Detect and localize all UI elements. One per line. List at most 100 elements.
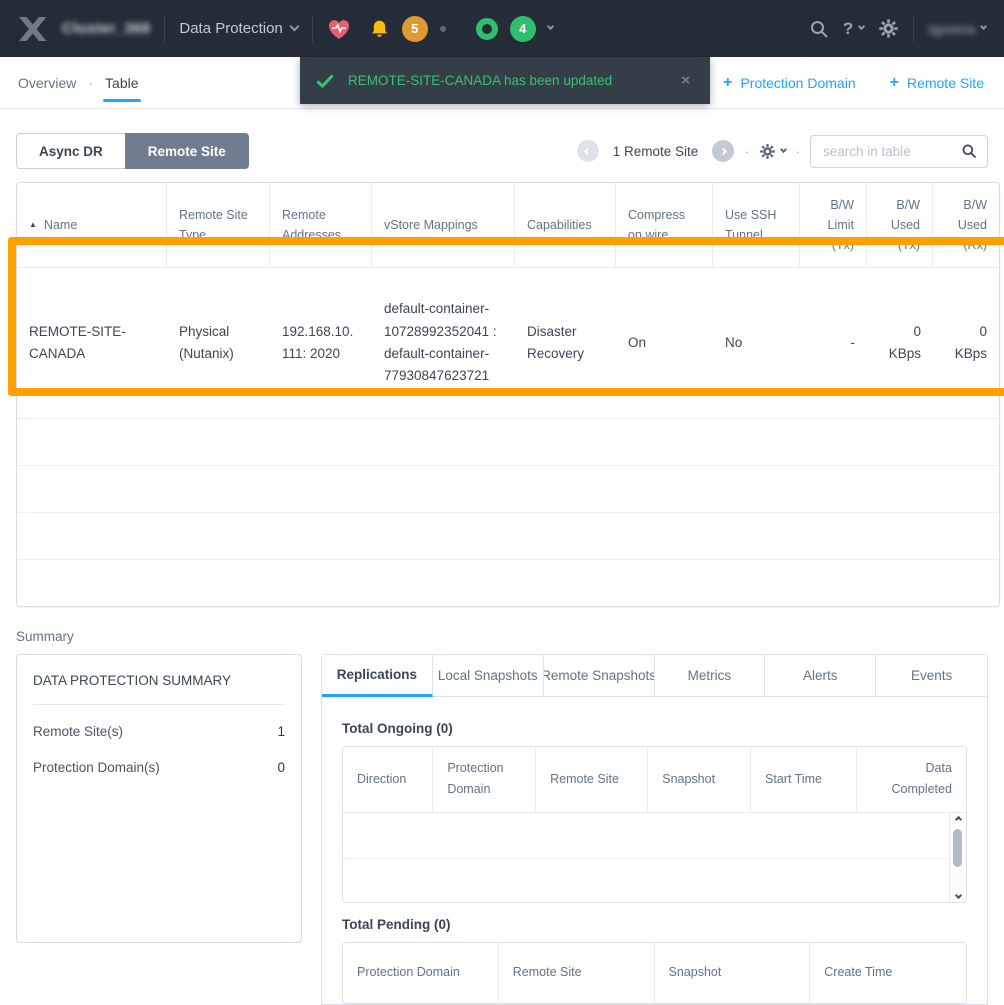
column-header-bw-used-tx[interactable]: B/W Used (Tx) bbox=[867, 183, 933, 267]
tab-remote-snapshots[interactable]: Remote Snapshots bbox=[544, 655, 655, 697]
column-header-capabilities[interactable]: Capabilities bbox=[515, 183, 616, 267]
column-header-snapshot[interactable]: Snapshot bbox=[655, 943, 811, 1003]
toggle-async-dr[interactable]: Async DR bbox=[16, 133, 125, 169]
tab-table[interactable]: Table bbox=[103, 59, 140, 107]
health-heart-icon[interactable] bbox=[327, 18, 351, 40]
separator-dot: · bbox=[796, 144, 800, 159]
table-search bbox=[810, 135, 988, 168]
table-row[interactable]: REMOTE-SITE-CANADA Physical (Nutanix) 19… bbox=[17, 267, 999, 418]
table-settings-dropdown[interactable] bbox=[759, 143, 786, 160]
tab-events[interactable]: Events bbox=[876, 655, 987, 697]
chevron-left-icon bbox=[584, 147, 591, 154]
column-header-bw-used-rx[interactable]: B/W Used (Rx) bbox=[933, 183, 999, 267]
help-icon: ? bbox=[843, 19, 853, 39]
cluster-name[interactable]: Cluster_368 bbox=[62, 20, 150, 37]
row-count-label: 1 Remote Site bbox=[609, 144, 703, 159]
cell-compress-on-wire: On bbox=[616, 268, 713, 418]
topbar-divider bbox=[312, 16, 313, 42]
scroll-up-icon[interactable] bbox=[954, 815, 961, 822]
column-header-remote-addresses[interactable]: Remote Addresses bbox=[270, 183, 372, 267]
user-menu[interactable]: tgstera bbox=[928, 21, 986, 37]
tab-local-snapshots[interactable]: Local Snapshots bbox=[433, 655, 544, 697]
stat-value: 0 bbox=[277, 760, 285, 775]
separator-dot bbox=[440, 26, 446, 32]
alerts-bell-icon[interactable] bbox=[369, 18, 390, 40]
scrollbar-thumb[interactable] bbox=[953, 829, 962, 867]
tab-overview[interactable]: Overview bbox=[16, 59, 78, 107]
detail-panel: Replications Local Snapshots Remote Snap… bbox=[321, 654, 988, 1005]
column-header-protection-domain[interactable]: Protection Domain bbox=[433, 747, 536, 812]
tab-metrics[interactable]: Metrics bbox=[655, 655, 766, 697]
scroll-down-icon[interactable] bbox=[954, 891, 961, 898]
cell-name[interactable]: REMOTE-SITE-CANADA bbox=[17, 268, 167, 418]
toast-close-icon[interactable]: × bbox=[677, 72, 694, 89]
chevron-down-icon[interactable] bbox=[547, 23, 554, 30]
tab-replications[interactable]: Replications bbox=[322, 655, 433, 697]
topbar-divider bbox=[164, 16, 165, 42]
column-header-create-time[interactable]: Create Time bbox=[810, 943, 966, 1003]
column-header-start-time[interactable]: Start Time bbox=[751, 747, 857, 812]
column-header-bw-limit-tx[interactable]: B/W Limit (Tx) bbox=[800, 183, 867, 267]
tab-alerts[interactable]: Alerts bbox=[765, 655, 876, 697]
column-header-name[interactable]: ▲ Name bbox=[17, 183, 167, 267]
help-menu[interactable]: ? bbox=[843, 19, 864, 39]
add-protection-domain-label: Protection Domain bbox=[740, 75, 855, 91]
cell-vstore-mappings: default-container-10728992352041 : defau… bbox=[372, 268, 515, 418]
plus-icon: + bbox=[890, 74, 899, 92]
column-header-remote-site[interactable]: Remote Site bbox=[536, 747, 648, 812]
cell-remote-site-type: Physical (Nutanix) bbox=[167, 268, 270, 418]
column-header-data-completed[interactable]: Data Completed bbox=[857, 747, 966, 812]
empty-table-row bbox=[17, 512, 999, 559]
plus-icon: + bbox=[723, 74, 732, 92]
column-header-vstore-mappings[interactable]: vStore Mappings bbox=[372, 183, 515, 267]
settings-gear-icon[interactable] bbox=[878, 18, 899, 39]
stat-label: Protection Domain(s) bbox=[33, 760, 277, 775]
search-icon[interactable] bbox=[809, 19, 829, 39]
column-header-direction[interactable]: Direction bbox=[343, 747, 433, 812]
cell-bw-limit-tx: - bbox=[800, 268, 867, 418]
pagination-prev-button[interactable] bbox=[577, 140, 599, 162]
pending-replications-table: Protection Domain Remote Site Snapshot C… bbox=[342, 942, 967, 1004]
nav-menu-label: Data Protection bbox=[179, 20, 282, 37]
column-header-compress-on-wire[interactable]: Compress on wire bbox=[616, 183, 713, 267]
events-ring-icon[interactable] bbox=[476, 18, 498, 40]
chevron-right-icon bbox=[720, 147, 727, 154]
search-icon[interactable] bbox=[961, 143, 977, 159]
column-header-use-ssh-tunnel[interactable]: Use SSH Tunnel bbox=[713, 183, 800, 267]
cell-capabilities: Disaster Recovery bbox=[515, 268, 616, 418]
nav-menu-data-protection[interactable]: Data Protection bbox=[179, 20, 297, 37]
chevron-down-icon bbox=[780, 145, 787, 152]
table-toolbar: Async DR Remote Site 1 Remote Site · · bbox=[16, 133, 988, 169]
remote-sites-table: ▲ Name Remote Site Type Remote Addresses… bbox=[16, 182, 1000, 607]
add-protection-domain-button[interactable]: + Protection Domain bbox=[723, 74, 856, 92]
column-header-protection-domain[interactable]: Protection Domain bbox=[343, 943, 499, 1003]
nutanix-logo-icon[interactable] bbox=[18, 16, 48, 42]
sort-ascending-icon: ▲ bbox=[29, 219, 37, 232]
summary-stat-remote-sites: Remote Site(s) 1 bbox=[33, 711, 285, 741]
events-count-badge[interactable]: 4 bbox=[510, 16, 536, 42]
column-header-remote-site-type[interactable]: Remote Site Type bbox=[167, 183, 270, 267]
separator-dot: · bbox=[744, 144, 748, 159]
add-remote-site-button[interactable]: + Remote Site bbox=[890, 74, 984, 92]
total-ongoing-title: Total Ongoing (0) bbox=[342, 721, 967, 736]
add-remote-site-label: Remote Site bbox=[907, 75, 984, 91]
stat-label: Remote Site(s) bbox=[33, 724, 277, 739]
empty-table-row bbox=[17, 418, 999, 465]
toggle-remote-site[interactable]: Remote Site bbox=[125, 133, 249, 169]
topbar-divider bbox=[913, 16, 914, 42]
cell-remote-addresses: 192.168.10.111: 2020 bbox=[270, 268, 372, 418]
top-navigation-bar: Cluster_368 Data Protection 5 4 ? bbox=[0, 0, 1004, 57]
alerts-count-badge[interactable]: 5 bbox=[402, 16, 428, 42]
summary-section: DATA PROTECTION SUMMARY Remote Site(s) 1… bbox=[0, 654, 1004, 1005]
pagination-next-button[interactable] bbox=[712, 140, 734, 162]
search-input[interactable] bbox=[821, 143, 953, 160]
column-header-snapshot[interactable]: Snapshot bbox=[648, 747, 751, 812]
empty-table-row bbox=[17, 559, 999, 606]
user-name: tgstera bbox=[928, 21, 975, 37]
summary-section-label: Summary bbox=[16, 629, 988, 644]
ongoing-replications-table: Direction Protection Domain Remote Site … bbox=[342, 746, 967, 903]
column-header-remote-site[interactable]: Remote Site bbox=[499, 943, 655, 1003]
empty-table-row bbox=[17, 465, 999, 512]
stat-value: 1 bbox=[277, 724, 285, 739]
check-icon bbox=[316, 74, 334, 88]
